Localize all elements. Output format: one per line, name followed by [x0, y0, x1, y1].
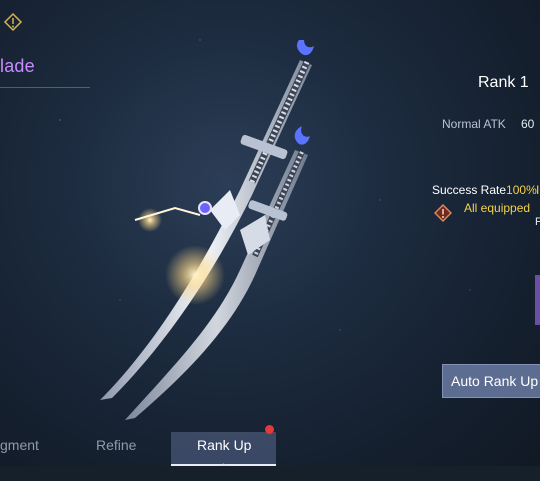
divider — [0, 87, 90, 88]
gem-icon — [3, 12, 23, 32]
rank-title: Rank 1 — [478, 74, 529, 91]
bottom-bar — [0, 466, 540, 481]
tab-refine[interactable]: Refine — [96, 437, 136, 453]
dual-blade-illustration — [100, 40, 314, 420]
normal-atk-label: Normal ATK — [442, 117, 506, 131]
weapon-name: lade — [0, 56, 35, 76]
tab-enhancement[interactable]: gment — [0, 437, 39, 453]
auto-rank-up-button[interactable]: Auto Rank Up — [442, 364, 540, 398]
warning-diamond-icon — [434, 204, 452, 222]
success-rate-value: 100% — [506, 183, 537, 197]
success-rate-row: Success Rate100% — [432, 183, 537, 197]
side-panel-edge[interactable] — [535, 275, 540, 325]
notification-dot — [265, 425, 274, 434]
success-rate-trailing-text: I — [536, 183, 540, 197]
tab-rank-up-label: Rank Up — [197, 437, 252, 453]
success-rate-label: Success Rate — [432, 183, 507, 197]
requirement-trailing-text: F — [535, 216, 540, 228]
requirement-note: All equipped — [464, 201, 531, 215]
normal-atk-value: 60 — [521, 117, 535, 131]
